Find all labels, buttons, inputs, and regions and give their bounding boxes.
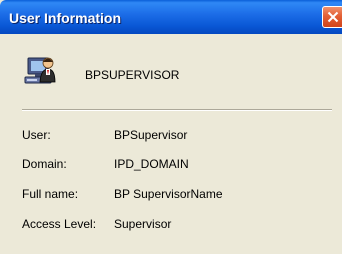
domain-value: IPD_DOMAIN	[114, 157, 189, 171]
full-name-value: BP SupervisorName	[114, 187, 223, 201]
domain-label: Domain:	[22, 157, 67, 171]
full-name-label: Full name:	[22, 187, 79, 201]
close-button[interactable]	[322, 6, 342, 28]
separator	[22, 109, 332, 111]
user-label: User:	[22, 128, 51, 142]
title-bar[interactable]: User Information	[0, 0, 342, 34]
window-title: User Information	[9, 10, 122, 26]
access-level-label: Access Level:	[22, 217, 97, 231]
user-value: BPSupervisor	[114, 128, 188, 142]
user-computer-icon	[24, 57, 56, 84]
header-user-name: BPSUPERVISOR	[85, 68, 180, 82]
close-icon	[327, 11, 339, 23]
user-information-dialog: User Information BPSUPERVISOR User: BPSu…	[0, 0, 342, 254]
dialog-content: BPSUPERVISOR User: BPSupervisor Domain: …	[0, 34, 342, 254]
access-level-value: Supervisor	[114, 217, 172, 231]
